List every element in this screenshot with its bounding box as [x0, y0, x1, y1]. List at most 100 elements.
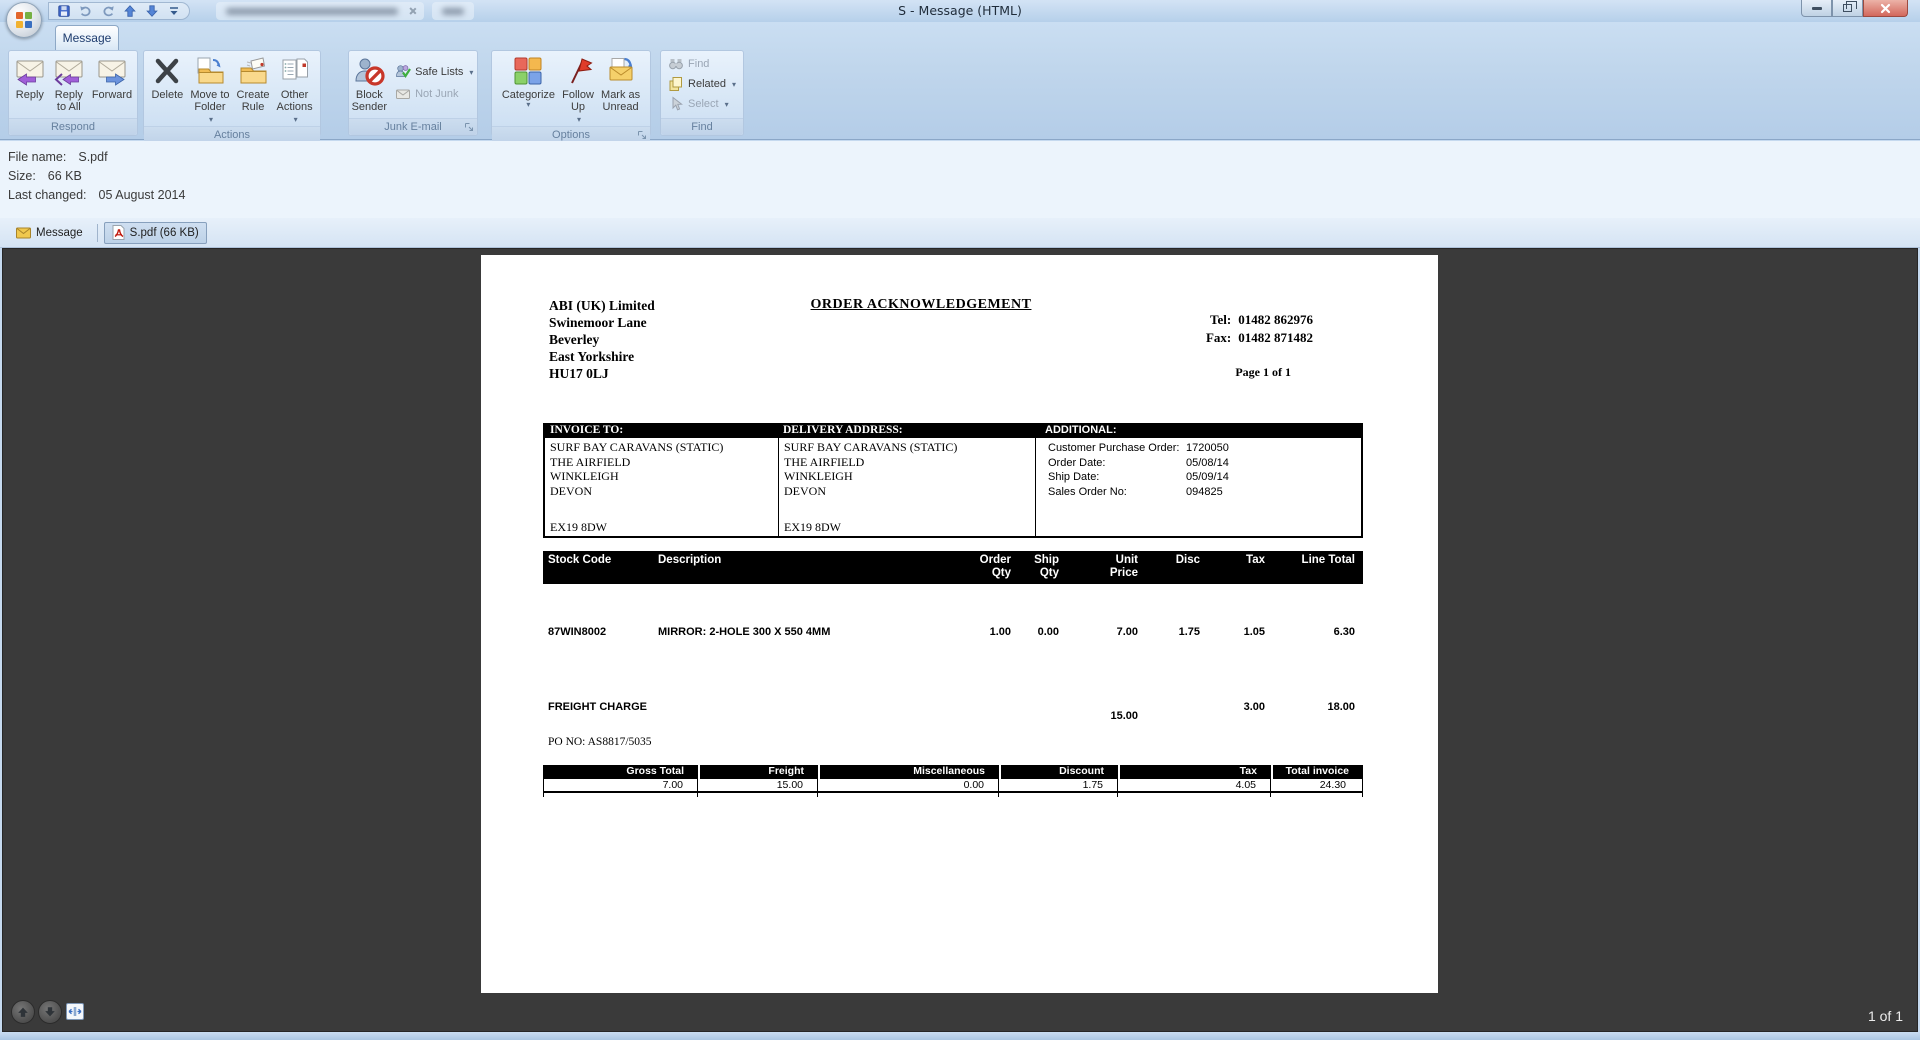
additional-details: Customer Purchase Order: 1720050 Order Da… — [1035, 438, 1361, 536]
ribbon-group-respond: Reply Reply to All Forward Respond — [8, 50, 138, 136]
close-button[interactable] — [1863, 0, 1908, 17]
item-order-qty: 1.00 — [989, 626, 1011, 638]
file-size-row: Size: 66 KB — [8, 169, 82, 183]
totals-values: 7.00 15.00 0.00 1.75 4.05 24.30 — [543, 779, 1363, 793]
item-stock-code: 87WIN8002 — [548, 626, 607, 638]
create-rule-icon — [240, 57, 267, 84]
dropdown-caret-icon — [207, 113, 213, 126]
item-ship-qty: 0.00 — [1037, 626, 1059, 638]
related-icon — [669, 77, 683, 91]
file-size-value: 66 KB — [47, 169, 82, 183]
other-actions-button[interactable]: Other Actions — [274, 53, 316, 126]
dropdown-caret-icon — [467, 66, 473, 78]
create-rule-button[interactable]: Create Rule — [234, 53, 273, 113]
nav-down-icon — [45, 1007, 55, 1017]
pdf-icon — [112, 225, 125, 240]
ribbon-group-label-junk: Junk E-mail — [349, 118, 477, 135]
find-icon — [669, 59, 683, 70]
nav-up-icon — [18, 1007, 28, 1017]
address-table: INVOICE TO: DELIVERY ADDRESS: ADDITIONAL… — [543, 423, 1363, 538]
select-button[interactable]: Select — [664, 94, 740, 114]
ribbon-group-actions: Delete Move to Folder Create Rule Other … — [143, 50, 321, 143]
freight-description: FREIGHT CHARGE — [548, 701, 647, 713]
item-tax: 1.05 — [1243, 626, 1265, 638]
dialog-launcher-icon[interactable] — [463, 121, 475, 133]
mark-as-unread-button[interactable]: Mark as Unread — [598, 53, 643, 113]
minimize-icon — [1811, 6, 1822, 10]
tax-value: 4.05 — [1118, 779, 1271, 792]
next-page-button[interactable] — [38, 1000, 62, 1024]
categorize-icon — [514, 57, 542, 85]
freight-total-value: 15.00 — [698, 779, 818, 792]
page-count: Page 1 of 1 — [1235, 365, 1291, 379]
office-orb[interactable] — [6, 2, 42, 38]
previous-page-button[interactable] — [11, 1000, 35, 1024]
tab-pdf-attachment[interactable]: S.pdf (66 KB) — [103, 221, 207, 244]
outlook-message-window: S - Message (HTML) Message Reply Reply t… — [0, 0, 1920, 1040]
ribbon-group-label-respond: Respond — [9, 118, 137, 135]
delivery-address: SURF BAY CARAVANS (STATIC) THE AIRFIELD … — [778, 438, 1035, 536]
tab-message[interactable]: Message — [55, 25, 119, 50]
safe-lists-button[interactable]: Safe Lists — [391, 62, 477, 82]
freight-charge-row: FREIGHT CHARGE 15.00 3.00 18.00 — [543, 701, 1363, 722]
find-button[interactable]: Find — [664, 54, 740, 74]
item-unit-price: 7.00 — [1116, 626, 1138, 638]
preview-nav-bar: 1 of 1 — [3, 995, 1917, 1031]
reply-icon — [16, 60, 44, 86]
related-button[interactable]: Related — [664, 74, 740, 94]
block-sender-button[interactable]: Block Sender — [349, 53, 390, 113]
categorize-button[interactable]: Categorize — [499, 53, 558, 108]
tab-message-body[interactable]: Message — [8, 222, 91, 244]
totals-table: Gross Total Freight Miscellaneous Discou… — [543, 765, 1363, 797]
window-controls — [1801, 0, 1908, 17]
total-invoice-value: 24.30 — [1271, 779, 1363, 792]
fit-width-button[interactable] — [66, 1003, 84, 1020]
forward-icon — [98, 60, 126, 86]
block-sender-icon — [355, 58, 385, 86]
office-logo-icon — [16, 12, 32, 28]
not-junk-button[interactable]: Not Junk — [391, 84, 477, 104]
title-bar: S - Message (HTML) — [0, 0, 1920, 22]
file-name-value: S.pdf — [78, 150, 108, 164]
delete-icon — [156, 58, 179, 84]
minimize-button[interactable] — [1801, 0, 1832, 17]
not-junk-icon — [396, 89, 411, 99]
window-title: S - Message (HTML) — [898, 3, 1022, 18]
close-icon — [1880, 3, 1891, 13]
item-disc: 1.75 — [1178, 626, 1200, 638]
follow-up-icon — [571, 58, 593, 84]
contact-block: Tel: 01482 862976 Fax: 01482 871482 — [1205, 312, 1313, 345]
totals-header: Gross Total Freight Miscellaneous Discou… — [543, 765, 1363, 779]
move-to-folder-icon — [197, 57, 224, 84]
ribbon-group-junk: Block Sender Safe Lists Not Junk Junk E- — [348, 50, 478, 136]
freight-tax: 3.00 — [1243, 701, 1265, 713]
reply-button[interactable]: Reply — [11, 53, 49, 101]
totals-ticks — [543, 793, 1363, 797]
po-number: PO NO: AS8817/5035 — [548, 736, 652, 748]
pdf-preview-area: ABI (UK) Limited Swinemoor Lane Beverley… — [2, 248, 1918, 1032]
mark-as-unread-icon — [609, 57, 633, 81]
pdf-page: ABI (UK) Limited Swinemoor Lane Beverley… — [481, 255, 1438, 993]
address-table-header: INVOICE TO: DELIVERY ADDRESS: ADDITIONAL… — [545, 423, 1361, 438]
dropdown-caret-icon — [723, 98, 729, 110]
message-tab-icon — [16, 227, 31, 238]
file-name-row: File name: S.pdf — [8, 150, 108, 164]
discount-value: 1.75 — [999, 779, 1118, 792]
delete-button[interactable]: Delete — [148, 53, 186, 101]
miscellaneous-value: 0.00 — [818, 779, 999, 792]
item-line-total: 6.30 — [1333, 626, 1355, 638]
restore-button[interactable] — [1832, 0, 1863, 17]
document-title: ORDER ACKNOWLEDGEMENT — [810, 297, 1032, 312]
freight-line-total: 18.00 — [1327, 701, 1355, 713]
reply-to-all-button[interactable]: Reply to All — [50, 53, 88, 113]
select-icon — [672, 96, 683, 111]
reply-all-icon — [54, 60, 83, 86]
forward-button[interactable]: Forward — [89, 53, 135, 101]
move-to-folder-button[interactable]: Move to Folder — [187, 53, 232, 126]
follow-up-button[interactable]: Follow Up — [559, 53, 597, 126]
dialog-launcher-icon[interactable] — [636, 129, 648, 141]
ribbon-group-label-find: Find — [661, 118, 743, 135]
file-changed-value: 05 August 2014 — [98, 188, 186, 202]
fit-width-icon — [68, 1007, 82, 1016]
ribbon: Message Reply Reply to All Forward Respo… — [0, 22, 1920, 143]
